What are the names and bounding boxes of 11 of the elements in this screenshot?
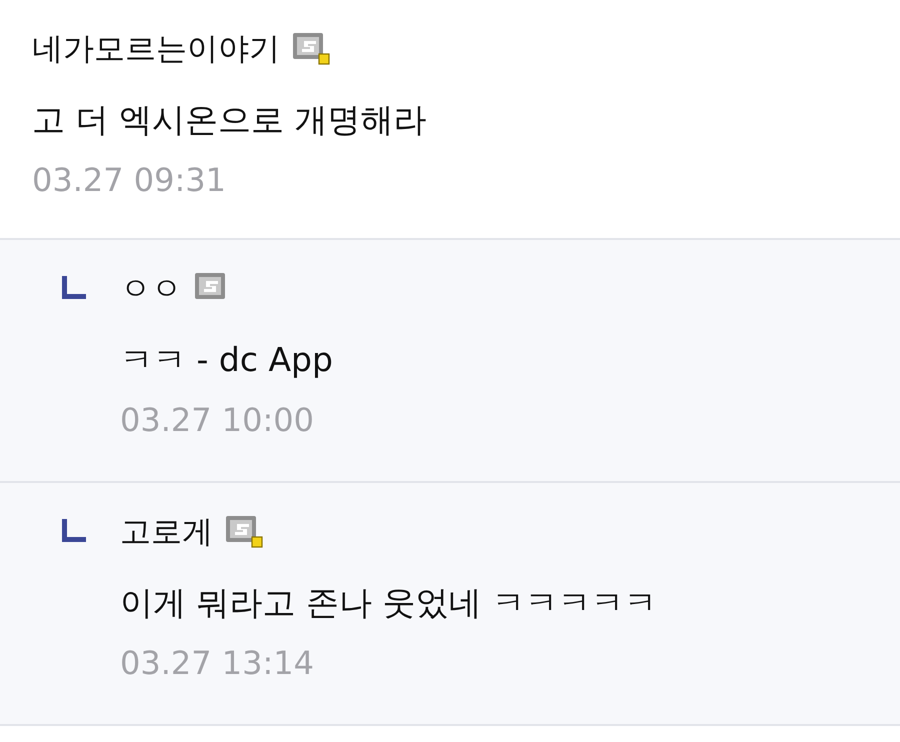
comment-time: 03.27 09:31 [32,160,227,200]
comment-text: 고 더 엑시온으로 개명해라 [32,100,428,140]
comment-time: 03.27 13:14 [120,643,315,683]
reply-arrow-icon [60,519,86,543]
reply-arrow-icon [60,276,86,300]
comment-text: 이게 뭐라고 존나 웃었네 ㅋㅋㅋㅋㅋ [120,583,657,623]
author-name[interactable]: 고로게 [120,508,213,556]
comment-time: 03.27 10:00 [120,400,315,440]
comment-text: ㅋㅋ - dc App [120,340,333,380]
author-name[interactable]: ㅇㅇ [120,266,182,312]
author-name[interactable]: 네가모르는이야기 [32,26,280,72]
